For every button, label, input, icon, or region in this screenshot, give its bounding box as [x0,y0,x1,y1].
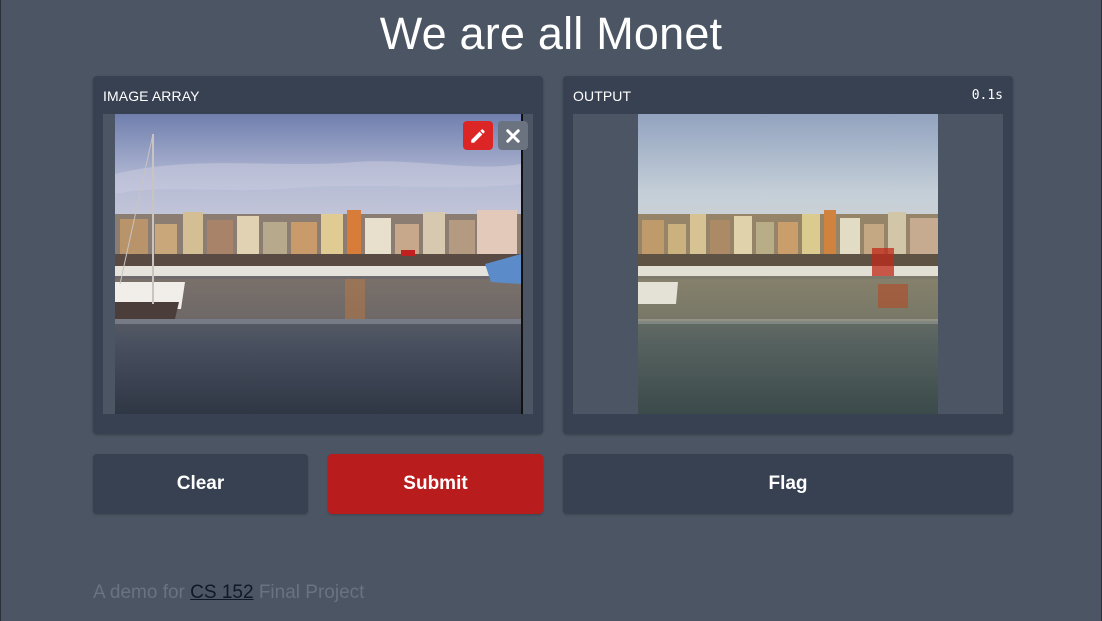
footer-text: A demo for CS 152 Final Project [93,581,364,605]
edit-image-button[interactable] [463,121,493,150]
input-photo [115,114,521,414]
output-panel: OUTPUT 0.1s [563,76,1013,434]
output-label: OUTPUT [573,88,632,104]
pencil-icon [471,128,485,143]
harbor-photo-input [115,114,521,414]
footer-prefix: A demo for [93,582,191,603]
page-title: We are all Monet [379,8,723,59]
output-photo [638,114,938,414]
flag-button[interactable]: Flag [563,454,1013,514]
image-input-area[interactable] [103,114,533,414]
image-input-panel: IMAGE ARRAY [93,76,543,434]
image-input-label: IMAGE ARRAY [103,88,200,104]
output-image-area [573,114,1003,414]
submit-button[interactable]: Submit [328,454,543,514]
page: We are all Monet IMAGE ARRAY OUTPUT 0.1s… [0,0,1102,621]
footer-suffix: Final Project [253,582,365,603]
course-link[interactable]: CS 152 [190,582,253,603]
close-icon [506,128,520,143]
window-edge-left [0,0,1,621]
remove-image-button[interactable] [498,121,528,150]
timing-badge: 0.1s [971,88,1003,103]
photo-edge [521,114,523,414]
clear-button[interactable]: Clear [93,454,308,514]
harbor-photo-output [638,114,938,414]
